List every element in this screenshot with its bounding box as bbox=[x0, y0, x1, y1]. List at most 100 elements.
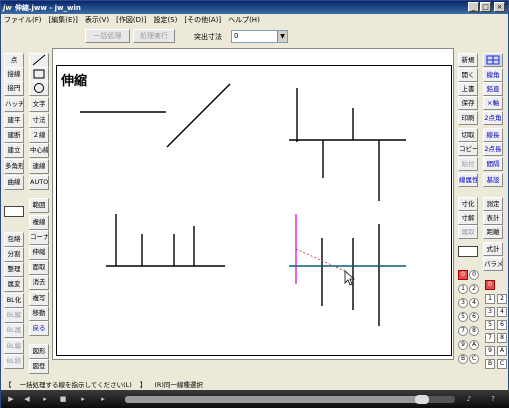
tool-polygon[interactable]: 多角形 bbox=[4, 159, 24, 174]
file-save-button[interactable]: 保存 bbox=[458, 96, 478, 110]
tool-plan[interactable]: 建平 bbox=[4, 113, 24, 128]
tool-attr-change[interactable]: 属変 bbox=[4, 277, 24, 292]
layer-button[interactable]: C bbox=[469, 354, 479, 364]
dim-create-button[interactable]: 寸化 bbox=[458, 197, 478, 211]
tool-tidy[interactable]: 整理 bbox=[4, 262, 24, 277]
drawn-line[interactable] bbox=[166, 83, 231, 148]
tool-elevation[interactable]: 建立 bbox=[4, 143, 24, 158]
two-point-angle-button[interactable]: 2点角 bbox=[483, 111, 503, 125]
layer-button[interactable]: 2 bbox=[469, 284, 479, 294]
line-length-button[interactable]: 線長 bbox=[483, 128, 503, 142]
tool-range[interactable]: 範囲 bbox=[29, 198, 49, 213]
x-axis-button[interactable]: ×軸 bbox=[483, 96, 503, 110]
line-color-swatch[interactable] bbox=[4, 206, 24, 217]
base-setting-button[interactable]: 基設 bbox=[483, 173, 503, 187]
layer-button[interactable]: B bbox=[485, 359, 495, 369]
tool-corner[interactable]: コーナー bbox=[29, 230, 49, 245]
tool-section[interactable]: 建断 bbox=[4, 128, 24, 143]
tool-figure-register[interactable]: 図登 bbox=[29, 359, 49, 374]
tool-tangent-circle[interactable]: 接円 bbox=[4, 81, 24, 96]
rewind-icon[interactable]: ◀ bbox=[21, 394, 33, 405]
help-icon[interactable]: ? bbox=[487, 394, 499, 405]
print-button[interactable]: 印刷 bbox=[458, 111, 478, 125]
drawing-sheet[interactable]: 伸縮 bbox=[56, 65, 452, 356]
layer-button[interactable]: 1 bbox=[458, 284, 468, 294]
layer-button[interactable]: 9 bbox=[485, 346, 495, 356]
tool-point[interactable]: 点 bbox=[4, 53, 24, 68]
tool-chamfer[interactable]: 面取 bbox=[29, 260, 49, 275]
file-new-button[interactable]: 新規 bbox=[458, 53, 478, 67]
tool-double-line[interactable]: ２線 bbox=[29, 128, 49, 143]
close-button[interactable]: × bbox=[494, 2, 505, 12]
tool-envelope[interactable]: 包絡 bbox=[4, 232, 24, 247]
step-forward-icon[interactable]: ▸ bbox=[39, 394, 51, 405]
table-calc-button[interactable]: 表計 bbox=[483, 211, 503, 225]
file-overwrite-button[interactable]: 上書 bbox=[458, 82, 478, 96]
paste-button[interactable]: 貼付 bbox=[458, 157, 478, 171]
layer-group-button[interactable]: 0 bbox=[458, 270, 468, 280]
layer-button[interactable]: 3 bbox=[458, 298, 468, 308]
layer-button[interactable]: 1 bbox=[485, 294, 495, 304]
tool-connect-line[interactable]: 連線 bbox=[29, 159, 49, 174]
layer-button[interactable]: 3 bbox=[485, 307, 495, 317]
chevron-down-icon[interactable]: ▼ bbox=[277, 31, 287, 42]
tool-rectangle[interactable] bbox=[29, 67, 49, 82]
tool-divide[interactable]: 分割 bbox=[4, 247, 24, 262]
distance-button[interactable]: 距離 bbox=[483, 225, 503, 239]
seek-knob[interactable] bbox=[415, 395, 429, 404]
tool-line[interactable] bbox=[29, 53, 49, 68]
tool-block-attr[interactable]: BL属 bbox=[4, 323, 24, 338]
measure-button[interactable]: 測定 bbox=[483, 197, 503, 211]
menu-settings[interactable]: 設定(S) bbox=[153, 15, 177, 25]
tool-circle[interactable] bbox=[29, 81, 49, 96]
menu-other[interactable]: [その他(A)] bbox=[184, 15, 221, 25]
tool-move[interactable]: 移動 bbox=[29, 306, 49, 321]
layer-button[interactable]: 8 bbox=[497, 333, 507, 343]
layer-button[interactable]: 8 bbox=[469, 326, 479, 336]
tool-block-create[interactable]: BL化 bbox=[4, 293, 24, 308]
layer-button[interactable]: 2 bbox=[497, 294, 507, 304]
minimize-button[interactable]: _ bbox=[468, 2, 479, 12]
line-angle-button[interactable]: 線角 bbox=[483, 68, 503, 82]
menu-edit[interactable]: [編集(E)] bbox=[49, 15, 78, 25]
seek-bar[interactable] bbox=[125, 395, 455, 404]
execute-button[interactable]: 処理実行 bbox=[133, 29, 175, 43]
tool-copy[interactable]: 複写 bbox=[29, 291, 49, 306]
layer-button[interactable]: B bbox=[458, 354, 468, 364]
tool-text[interactable]: 文字 bbox=[29, 97, 49, 112]
menu-help[interactable]: ヘルプ(H) bbox=[228, 15, 260, 25]
cut-button[interactable]: 切取 bbox=[458, 128, 478, 142]
menu-view[interactable]: 表示(V) bbox=[85, 15, 109, 25]
tool-dimension[interactable]: 寸法 bbox=[29, 113, 49, 128]
maximize-button[interactable]: □ bbox=[480, 2, 491, 12]
menu-file[interactable]: ファイル(F) bbox=[4, 15, 42, 25]
stop-icon[interactable]: ■ bbox=[57, 394, 69, 405]
layer-button[interactable]: 6 bbox=[469, 312, 479, 322]
file-open-button[interactable]: 開く bbox=[458, 68, 478, 82]
tool-figure[interactable]: 図形 bbox=[29, 344, 49, 359]
tool-erase[interactable]: 消去 bbox=[29, 275, 49, 290]
layer-button[interactable]: 0 bbox=[469, 270, 479, 280]
tool-tangent[interactable]: 接線 bbox=[4, 67, 24, 82]
layer-button[interactable]: A bbox=[469, 340, 479, 350]
layer-color-swatch[interactable] bbox=[458, 246, 478, 257]
layer-button[interactable]: 7 bbox=[485, 333, 495, 343]
vertical-button[interactable]: 鉛直 bbox=[483, 82, 503, 96]
layer-button[interactable]: 5 bbox=[458, 312, 468, 322]
interval-button[interactable]: 間隔 bbox=[483, 157, 503, 171]
grid-button[interactable] bbox=[483, 53, 503, 67]
parametric-button[interactable]: パラメ bbox=[483, 257, 503, 271]
play-icon[interactable]: ▶ bbox=[5, 394, 17, 405]
tool-stretch[interactable]: 伸縮 bbox=[29, 245, 49, 260]
copy-button[interactable]: コピー bbox=[458, 142, 478, 156]
tool-block-end[interactable]: BL終 bbox=[4, 354, 24, 369]
two-point-length-button[interactable]: 2点長 bbox=[483, 142, 503, 156]
layer-button[interactable]: C bbox=[497, 359, 507, 369]
active-layer-button[interactable]: 0 bbox=[485, 280, 495, 290]
layer-button[interactable]: A bbox=[497, 346, 507, 356]
trim-length-select[interactable]: 0 ▼ bbox=[231, 30, 288, 43]
menu-draw[interactable]: [作図(D)] bbox=[116, 15, 146, 25]
tool-offset[interactable]: 複線 bbox=[29, 215, 49, 230]
batch-process-button[interactable]: 一括処理 bbox=[85, 29, 130, 43]
layer-button[interactable]: 7 bbox=[458, 326, 468, 336]
